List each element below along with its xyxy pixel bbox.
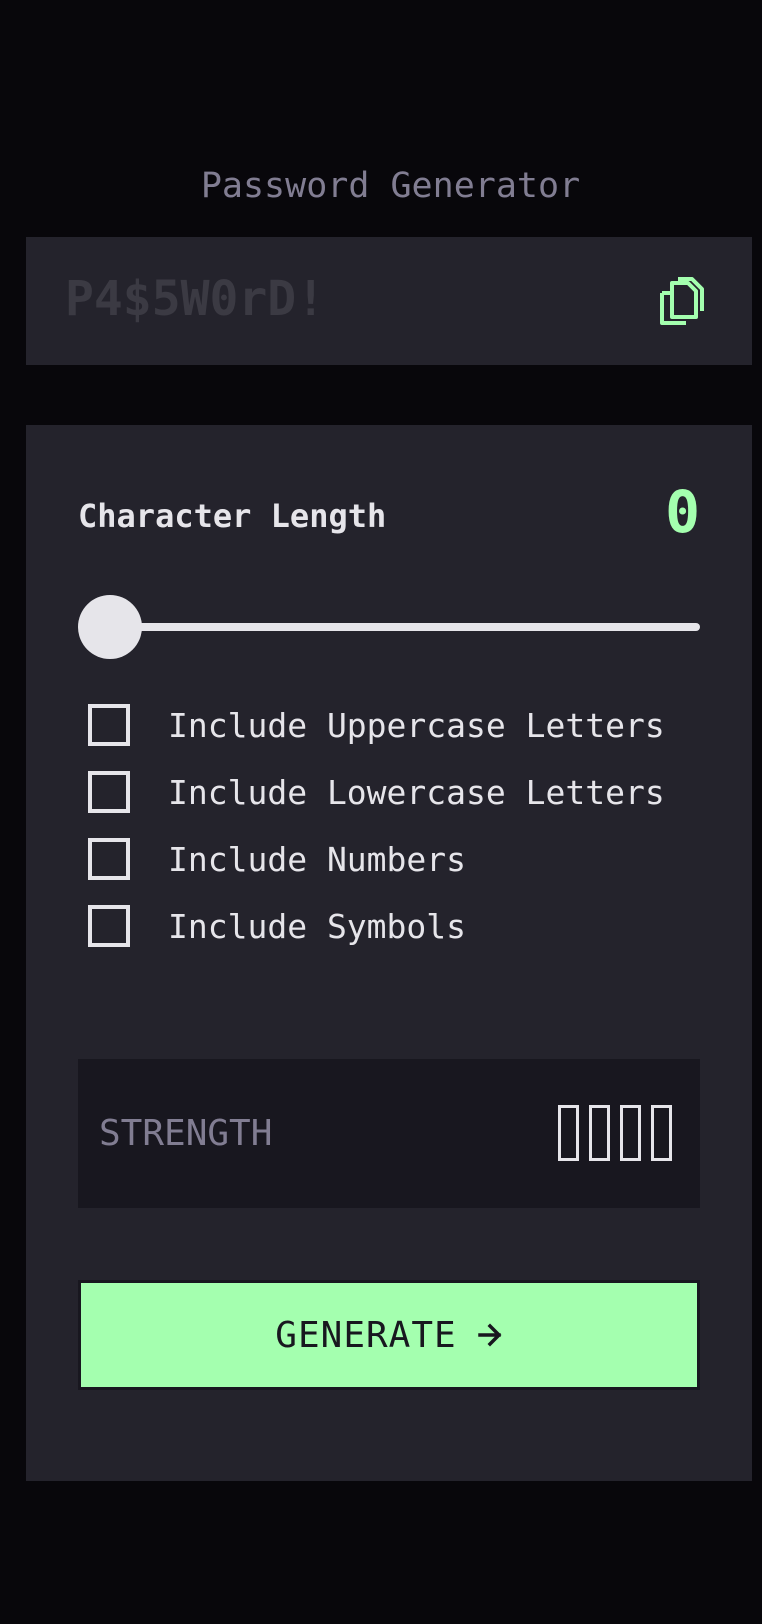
strength-bar: [558, 1105, 579, 1161]
strength-label: STRENGTH: [99, 1113, 273, 1154]
arrow-right-icon: [477, 1322, 503, 1348]
slider-thumb[interactable]: [78, 595, 142, 659]
settings-panel: Character Length 0 Include Uppercase Let…: [26, 425, 752, 1481]
option-label: Include Symbols: [168, 906, 467, 946]
length-slider[interactable]: [78, 595, 700, 659]
strength-bars: [558, 1105, 672, 1161]
generate-label: GENERATE: [275, 1314, 457, 1356]
option-symbols[interactable]: Include Symbols: [88, 902, 466, 950]
character-length-label: Character Length: [78, 497, 387, 535]
option-lowercase[interactable]: Include Lowercase Letters: [88, 768, 665, 816]
strength-bar: [620, 1105, 641, 1161]
strength-meter: STRENGTH: [78, 1059, 700, 1208]
generate-button[interactable]: GENERATE: [78, 1280, 700, 1390]
numbers-checkbox[interactable]: [88, 838, 130, 880]
slider-track: [110, 623, 700, 631]
symbols-checkbox[interactable]: [88, 905, 130, 947]
copy-icon[interactable]: [658, 273, 712, 327]
lowercase-checkbox[interactable]: [88, 771, 130, 813]
option-label: Include Lowercase Letters: [168, 772, 665, 812]
option-label: Include Numbers: [168, 839, 467, 879]
strength-bar: [651, 1105, 672, 1161]
character-length-value: 0: [665, 478, 700, 546]
password-output: P4$5W0rD!: [26, 237, 752, 365]
strength-bar: [589, 1105, 610, 1161]
option-uppercase[interactable]: Include Uppercase Letters: [88, 701, 665, 749]
option-numbers[interactable]: Include Numbers: [88, 835, 466, 883]
option-label: Include Uppercase Letters: [168, 705, 665, 745]
page-title: Password Generator: [200, 166, 581, 206]
password-text: P4$5W0rD!: [65, 271, 326, 327]
uppercase-checkbox[interactable]: [88, 704, 130, 746]
